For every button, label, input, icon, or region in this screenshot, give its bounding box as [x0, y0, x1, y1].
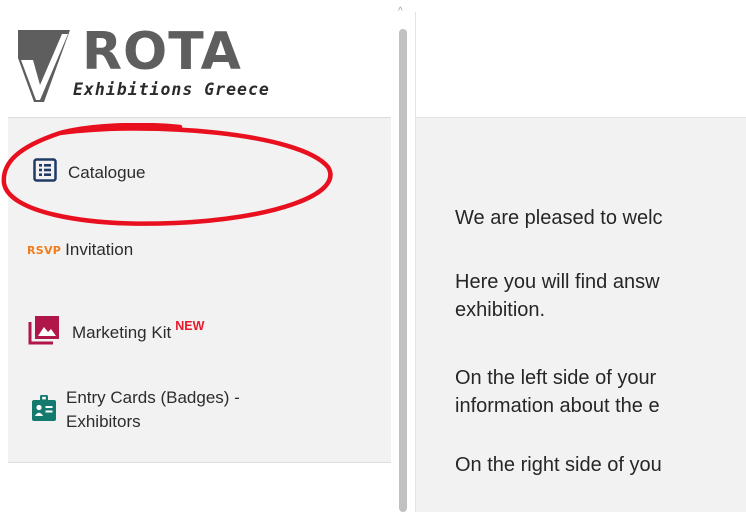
rsvp-icon: RSVP: [27, 243, 62, 257]
left-side-paragraph: On the left side of your information abo…: [455, 364, 660, 420]
sidebar-item-label: Invitation: [65, 240, 134, 259]
page: ROTA Exhibitions Greece Catalogue RSVP I…: [0, 0, 746, 512]
sidebar-item-invitation[interactable]: RSVP Invitation: [27, 240, 133, 260]
answers-paragraph: Here you will find answ exhibition.: [455, 268, 660, 324]
scroll-up-arrow-icon[interactable]: ^: [398, 7, 403, 17]
gallery-icon: [28, 315, 60, 350]
logo-wordmark: ROTA: [82, 22, 242, 82]
logo-mark-icon: [18, 30, 70, 102]
paragraph-line: We are pleased to welc: [455, 207, 663, 229]
sidebar-scrollbar[interactable]: ^: [393, 0, 413, 512]
sidebar-item-label: Entry Cards (Badges) - Exhibitors: [66, 386, 240, 434]
badge-icon: [32, 394, 56, 426]
new-badge: NEW: [175, 318, 205, 333]
sidebar-item-entry-cards[interactable]: Entry Cards (Badges) - Exhibitors: [32, 386, 240, 434]
paragraph-line: exhibition.: [455, 299, 546, 321]
paragraph-line: On the left side of your: [455, 367, 657, 389]
welcome-paragraph: We are pleased to welc: [455, 204, 663, 232]
sidebar-item-label: Catalogue: [68, 162, 146, 182]
scroll-thumb[interactable]: [399, 29, 407, 512]
label-line-2: Exhibitors: [66, 412, 141, 431]
rota-logo[interactable]: ROTA Exhibitions Greece: [18, 26, 288, 102]
list-icon: [33, 158, 57, 187]
sidebar: Catalogue RSVP Invitation Marketing Kit …: [8, 117, 391, 463]
paragraph-line: information about the e: [455, 395, 660, 417]
label-line-1: Entry Cards (Badges) -: [66, 388, 240, 407]
paragraph-line: Here you will find answ: [455, 271, 660, 293]
sidebar-item-label: Marketing Kit: [72, 322, 172, 342]
sidebar-item-marketing-kit[interactable]: Marketing Kit NEW: [28, 315, 204, 350]
main-content: We are pleased to welc Here you will fin…: [416, 118, 746, 512]
logo-subtitle: Exhibitions Greece: [73, 80, 270, 99]
right-side-paragraph: On the right side of you: [455, 451, 662, 479]
sidebar-item-catalogue[interactable]: Catalogue: [33, 158, 146, 187]
paragraph-line: On the right side of you: [455, 454, 662, 476]
